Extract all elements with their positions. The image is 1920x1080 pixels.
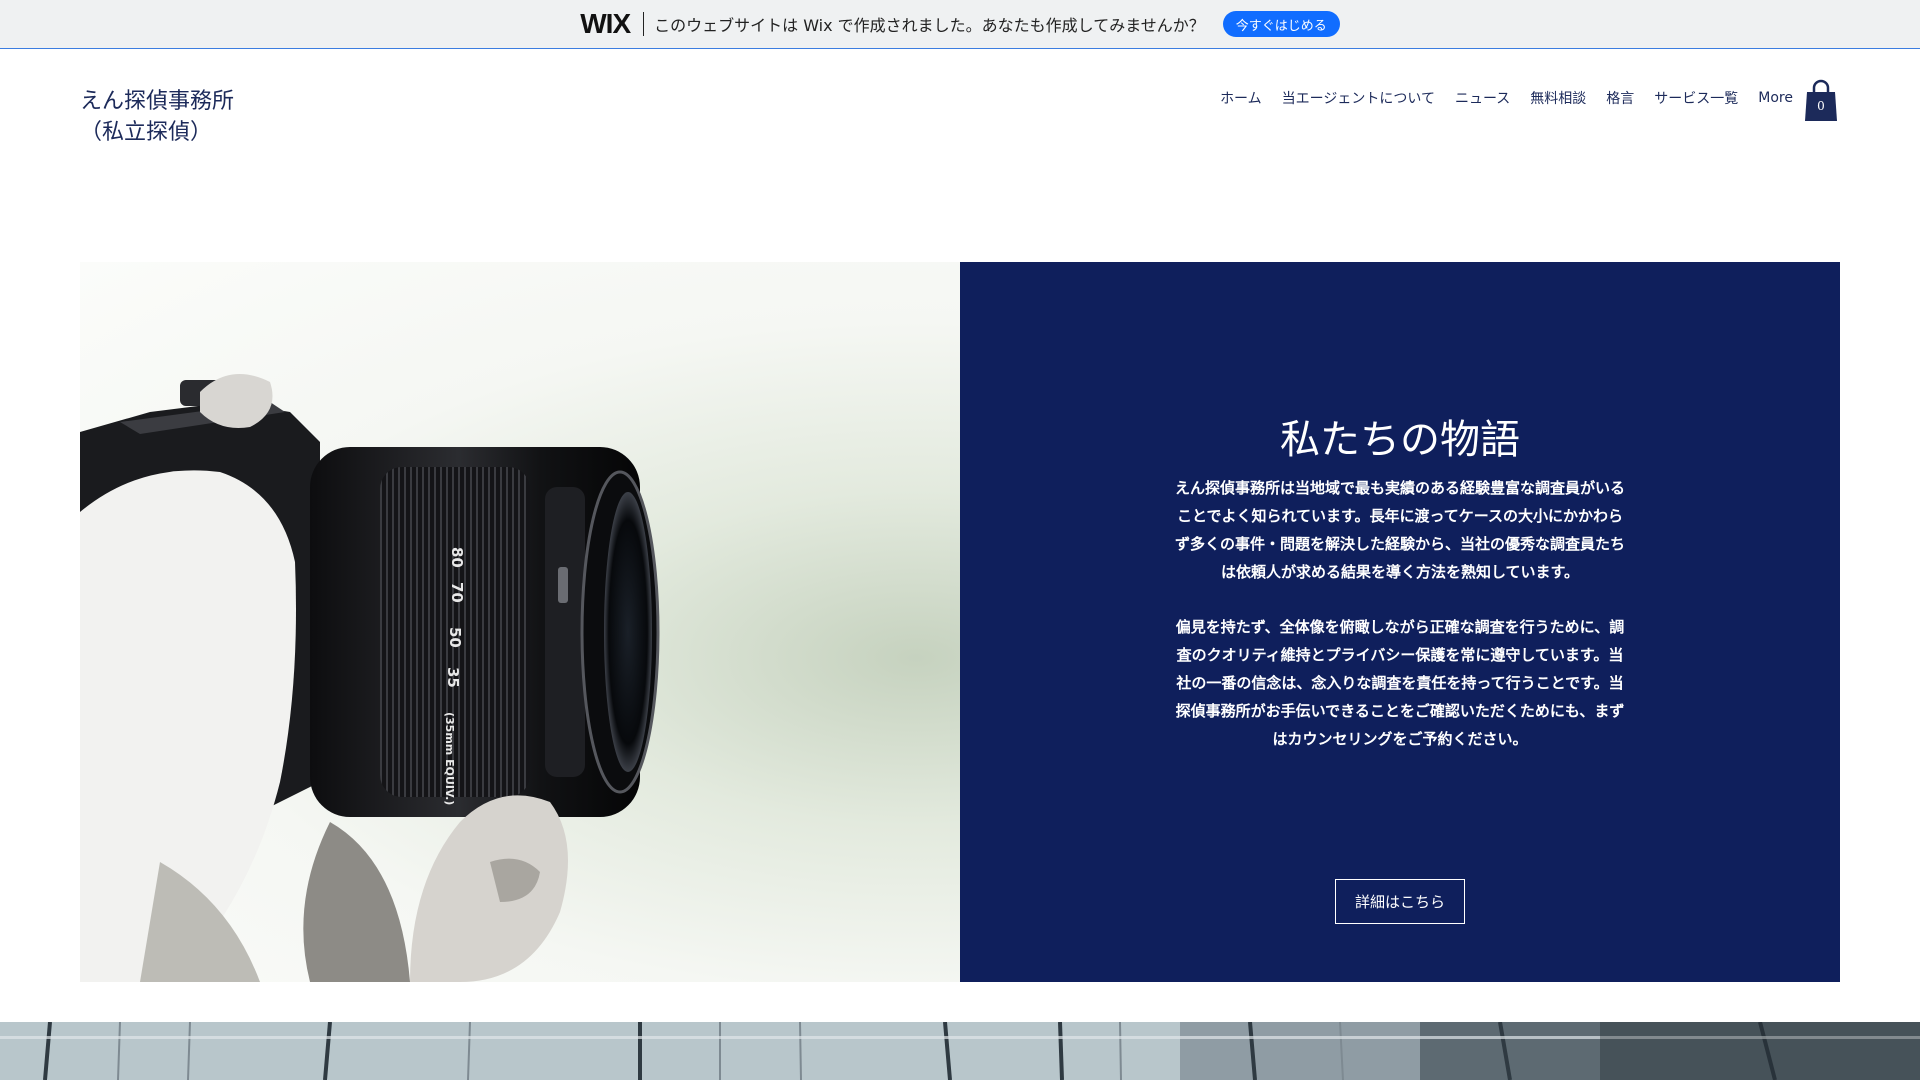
camera-photo-icon: 80 70 50 35 (35mm EQUIV.): [80, 374, 660, 982]
wix-logo[interactable]: WIX: [580, 8, 631, 40]
site-title[interactable]: えん探偵事務所 （私立探偵）: [80, 86, 300, 148]
wix-promo-banner: WIX このウェブサイトは Wix で作成されました。あなたも作成してみませんか…: [0, 0, 1920, 49]
cart-count: 0: [1817, 99, 1825, 113]
nav-item-news[interactable]: ニュース: [1455, 88, 1510, 108]
nav-item-more[interactable]: More: [1758, 90, 1793, 106]
wix-banner-text: このウェブサイトは Wix で作成されました。あなたも作成してみませんか？: [654, 16, 1205, 35]
svg-text:50: 50: [446, 627, 464, 648]
nav-item-about[interactable]: 当エージェントについて: [1282, 88, 1435, 108]
wix-start-now-button[interactable]: 今すぐはじめる: [1222, 11, 1340, 37]
story-paragraph-2: 偏見を持たず、全体像を俯瞰しながら正確な調査を行うために、調査のクオリティ維持と…: [1175, 618, 1625, 748]
site-title-line1: えん探偵事務所: [80, 89, 235, 114]
svg-text:70: 70: [448, 582, 466, 603]
building-facade-image: [0, 1022, 1920, 1080]
site-title-line2: （私立探偵）: [80, 120, 213, 145]
hero-camera-image: 80 70 50 35 (35mm EQUIV.): [80, 262, 960, 982]
svg-text:35: 35: [444, 667, 462, 688]
nav-item-free-consultation[interactable]: 無料相談: [1530, 88, 1586, 108]
story-panel: 私たちの物語 えん探偵事務所は当地域で最も実績のある経験豊富な調査員がいることで…: [960, 262, 1840, 982]
story-body: えん探偵事務所は当地域で最も実績のある経験豊富な調査員がいることでよく知られてい…: [1172, 474, 1628, 753]
nav-item-quotes[interactable]: 格言: [1606, 88, 1634, 108]
story-title: 私たちの物語: [1280, 417, 1520, 463]
svg-text:(35mm EQUIV.): (35mm EQUIV.): [443, 712, 456, 805]
nav-item-services[interactable]: サービス一覧: [1654, 88, 1738, 108]
glass-building-icon: [0, 1022, 1920, 1080]
cart-button[interactable]: 0: [1804, 78, 1838, 122]
main-nav: ホーム 当エージェントについて ニュース 無料相談 格言 サービス一覧 More: [1220, 88, 1793, 108]
story-paragraph-1: えん探偵事務所は当地域で最も実績のある経験豊富な調査員がいることでよく知られてい…: [1174, 479, 1625, 581]
svg-text:80: 80: [448, 547, 466, 568]
learn-more-button[interactable]: 詳細はこちら: [1335, 879, 1465, 924]
nav-item-home[interactable]: ホーム: [1220, 88, 1262, 108]
banner-divider: [643, 12, 645, 36]
